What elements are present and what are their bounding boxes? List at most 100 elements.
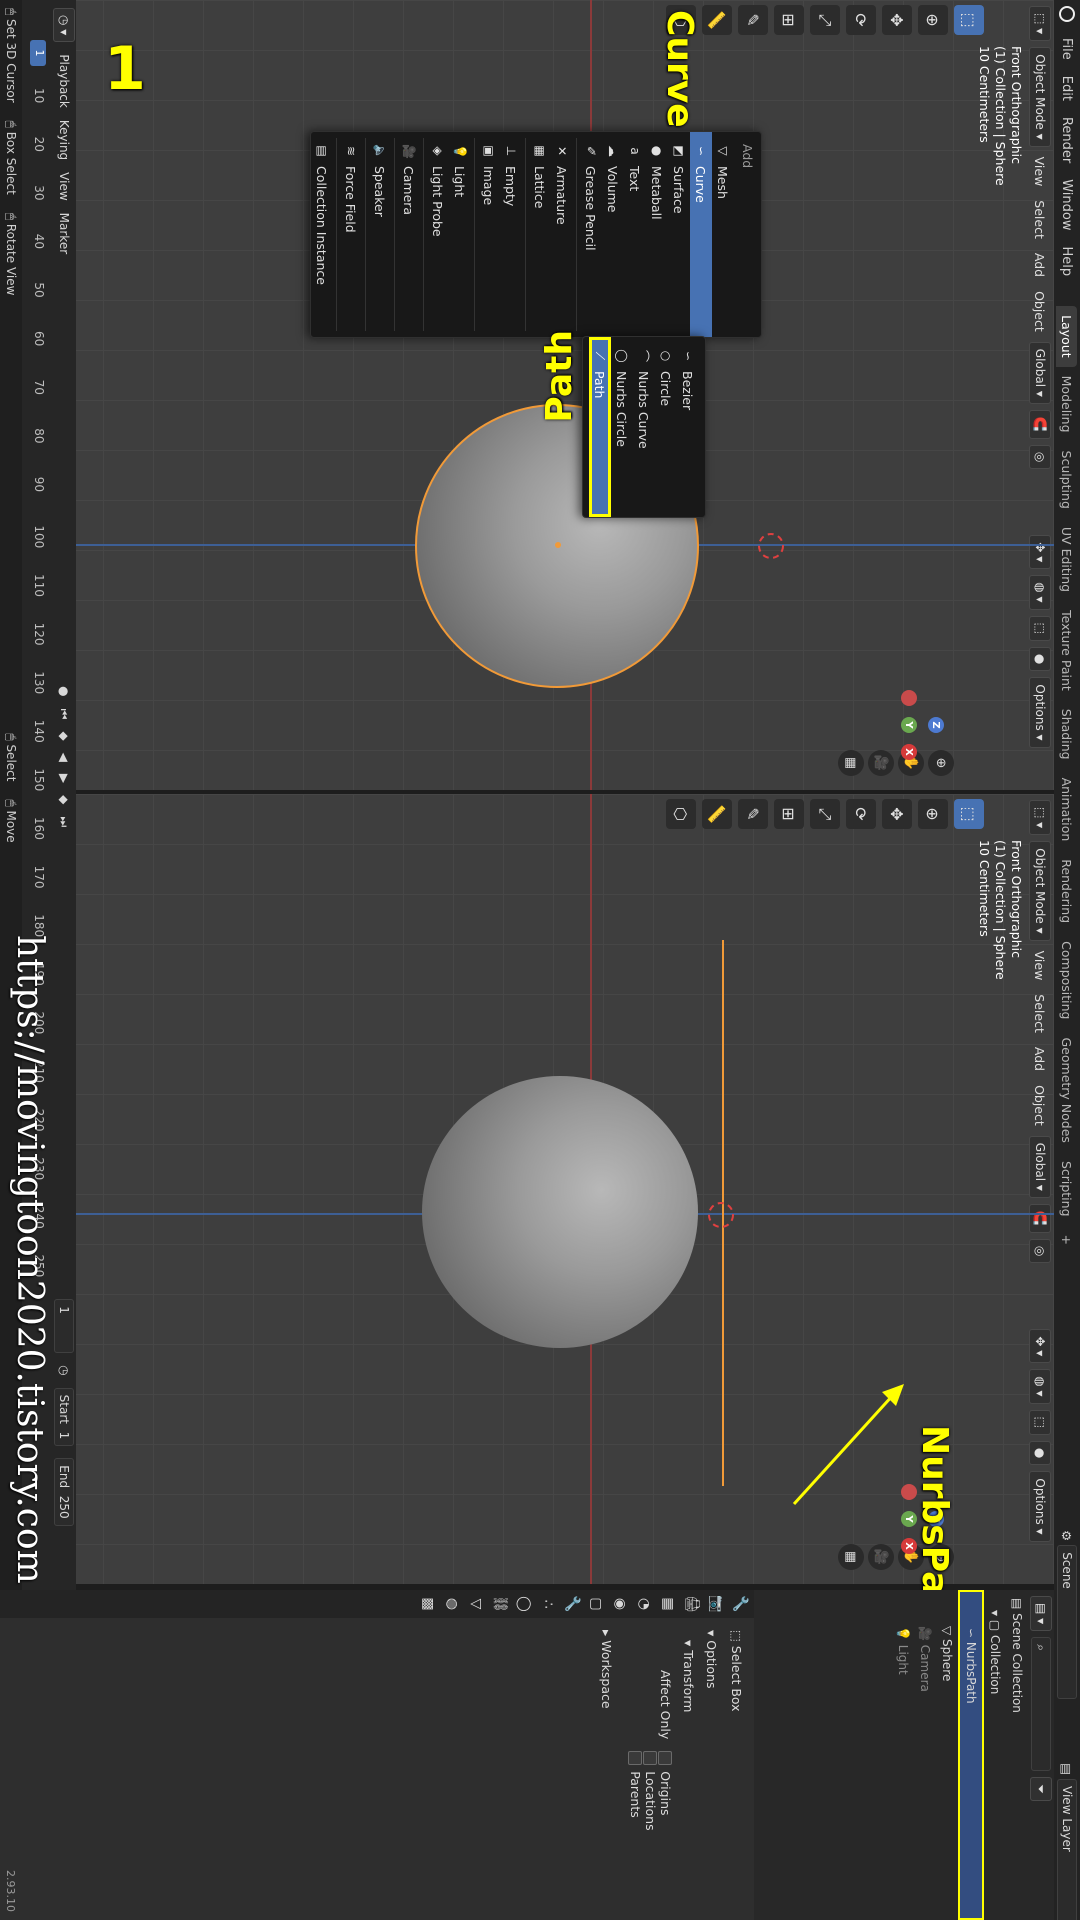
select-box-tool-icon[interactable]: ⬚	[954, 5, 984, 35]
add-menu-button[interactable]: Add	[1033, 249, 1048, 281]
jump-start-icon[interactable]: ⏮	[57, 709, 72, 720]
menu-render[interactable]: Render	[1060, 109, 1075, 171]
editor-type-button[interactable]: ⬚ ▾	[1029, 800, 1051, 836]
gizmo-neg-x-icon[interactable]	[901, 690, 917, 706]
parents-checkbox[interactable]: Parents	[628, 1751, 643, 1830]
submenu-item-nurbs-curve[interactable]: ⌒ Nurbs Curve	[633, 337, 655, 517]
menu-item-grease-pencil[interactable]: ✐ Grease Pencil	[580, 132, 602, 337]
navigation-gizmo[interactable]: Y Z X	[874, 690, 944, 760]
rotate-tool-icon[interactable]: ⟳	[846, 799, 876, 829]
annotate-tool-icon[interactable]: ✎	[738, 799, 768, 829]
play-icon[interactable]: ▶	[57, 774, 71, 783]
outliner-row-scene[interactable]: ▤ Scene Collection	[1006, 1590, 1028, 1920]
snap-icon[interactable]: 🧲	[1029, 1203, 1051, 1233]
move-tool-icon[interactable]: ✥	[882, 5, 912, 35]
marker-menu[interactable]: Marker	[57, 213, 71, 254]
3d-cursor-icon[interactable]	[758, 533, 784, 559]
mode-dropdown[interactable]: Object Mode ▾	[1029, 841, 1051, 941]
xray-icon[interactable]: ⬚	[1029, 615, 1051, 641]
grid-view-icon[interactable]: ▦	[838, 750, 864, 776]
playback-menu[interactable]: Playback	[57, 54, 71, 108]
shading-solid-icon[interactable]: ●	[1029, 1440, 1051, 1466]
add-menu-button[interactable]: Add	[1033, 1043, 1048, 1075]
jump-end-icon[interactable]: ⏭	[57, 816, 72, 827]
menu-item-volume[interactable]: ☁ Volume	[602, 132, 624, 337]
render-tab-icon[interactable]: 📷	[708, 1595, 724, 1612]
gizmo-x-icon[interactable]: X	[901, 744, 917, 760]
outliner[interactable]: ▤ ▾ ⌕ ⏷ ▤ Scene Collection ▾ ▢ Collectio…	[754, 1590, 1054, 1920]
shading-solid-icon[interactable]: ●	[1029, 646, 1051, 672]
gizmo-toggle-icon[interactable]: ✥ ▾	[1029, 1329, 1051, 1364]
scene-tab-icon[interactable]: ◔	[636, 1598, 652, 1610]
origins-checkbox[interactable]: Origins	[658, 1751, 673, 1830]
add-cube-tool-icon[interactable]: ⬡	[666, 799, 696, 829]
grid-view-icon[interactable]: ▦	[838, 1544, 864, 1570]
orientation-dropdown[interactable]: Global ▾	[1029, 1135, 1051, 1198]
particles-tab-icon[interactable]: ∴	[540, 1600, 556, 1609]
constraint-tab-icon[interactable]: ⛓	[492, 1595, 508, 1613]
outliner-search-input[interactable]: ⌕	[1031, 1637, 1051, 1772]
menu-item-image[interactable]: ▣ Image	[478, 132, 500, 337]
menu-item-light-probe[interactable]: ◈ Light Probe	[427, 132, 449, 337]
end-frame-field[interactable]: End 250	[54, 1458, 74, 1526]
keying-menu[interactable]: Keying	[57, 120, 71, 160]
measure-tool-icon[interactable]: 📏	[702, 5, 732, 35]
menu-item-text[interactable]: a Text	[624, 132, 646, 337]
proportional-edit-icon[interactable]: ◎	[1029, 1238, 1051, 1264]
blender-logo-icon[interactable]	[1059, 6, 1075, 22]
timeline-editor-type-icon[interactable]: ◷ ▾	[53, 8, 75, 43]
scale-tool-icon[interactable]: ⤢	[810, 799, 840, 829]
outliner-row-light[interactable]: 💡 Light	[892, 1590, 914, 1920]
outliner-row-camera[interactable]: 🎥 Camera	[914, 1590, 936, 1920]
menu-item-collection-instance[interactable]: ▤ Collection Instance	[311, 132, 333, 337]
editor-type-button[interactable]: ⬚ ▾	[1029, 6, 1051, 42]
data-tab-icon[interactable]: ▽	[468, 1599, 484, 1610]
sphere-object[interactable]	[422, 1076, 698, 1348]
workspace-panel[interactable]: ▸ Workspace	[599, 1630, 614, 1831]
next-keyframe-icon[interactable]: ◆	[57, 795, 71, 804]
view-menu[interactable]: View	[1033, 153, 1048, 191]
object-menu[interactable]: Object	[1033, 287, 1048, 336]
tab-shading[interactable]: Shading	[1057, 700, 1078, 769]
menu-item-empty[interactable]: ⊥ Empty	[500, 132, 522, 337]
menu-item-light[interactable]: 💡 Light	[449, 132, 471, 337]
view-menu-timeline[interactable]: View	[57, 172, 71, 200]
select-box-tool-row[interactable]: ⬚ Select Box	[729, 1630, 744, 1831]
tab-animation[interactable]: Animation	[1057, 769, 1078, 851]
scene-field[interactable]: Scene	[1057, 1545, 1077, 1700]
prev-keyframe-icon[interactable]: ◆	[57, 731, 71, 740]
transform-tool-icon[interactable]: ⊞	[774, 5, 804, 35]
modifier-tab-icon[interactable]: 🔧	[564, 1595, 580, 1612]
gizmo-z-icon[interactable]: Z	[928, 717, 944, 733]
menu-item-camera[interactable]: 🎥 Camera	[398, 132, 420, 337]
view-layer-tab-icon[interactable]: ▦	[660, 1597, 676, 1610]
physics-tab-icon[interactable]: ◯	[516, 1596, 532, 1612]
object-menu[interactable]: Object	[1033, 1081, 1048, 1130]
outliner-type-icon[interactable]: ▤ ▾	[1030, 1596, 1052, 1632]
mode-dropdown[interactable]: Object Mode ▾	[1029, 47, 1051, 147]
menu-item-curve[interactable]: ∽ Curve	[690, 132, 712, 337]
texture-tab-icon[interactable]: ▩	[420, 1597, 436, 1610]
overlay-toggle-icon[interactable]: ◍ ▾	[1029, 575, 1051, 610]
proportional-edit-icon[interactable]: ◎	[1029, 444, 1051, 470]
tool-tab-icon[interactable]: 🔧	[732, 1595, 748, 1612]
scale-tool-icon[interactable]: ⤢	[810, 5, 840, 35]
outliner-row-nurbspath[interactable]: ∽ NurbsPath	[958, 1590, 984, 1920]
output-tab-icon[interactable]: 🖨	[684, 1595, 700, 1613]
menu-file[interactable]: File	[1060, 30, 1075, 68]
3d-cursor-icon[interactable]	[708, 1202, 734, 1228]
current-frame-field[interactable]: 1	[54, 1299, 74, 1354]
object-tab-icon[interactable]: ▢	[588, 1597, 604, 1610]
options-panel[interactable]: ▾ Options	[704, 1630, 719, 1831]
xray-icon[interactable]: ⬚	[1029, 1409, 1051, 1435]
orientation-dropdown[interactable]: Global ▾	[1029, 341, 1051, 404]
locations-checkbox[interactable]: Locations	[643, 1751, 658, 1831]
measure-tool-icon[interactable]: 📏	[702, 799, 732, 829]
menu-item-force-field[interactable]: ≋ Force Field	[340, 132, 362, 337]
menu-edit[interactable]: Edit	[1060, 68, 1075, 109]
material-tab-icon[interactable]: ◍	[444, 1598, 460, 1610]
tab-layout[interactable]: Layout	[1056, 306, 1078, 367]
tab-compositing[interactable]: Compositing	[1057, 932, 1078, 1028]
select-menu[interactable]: Select	[1033, 196, 1048, 243]
filter-icon[interactable]: ⏷	[1030, 1777, 1052, 1801]
